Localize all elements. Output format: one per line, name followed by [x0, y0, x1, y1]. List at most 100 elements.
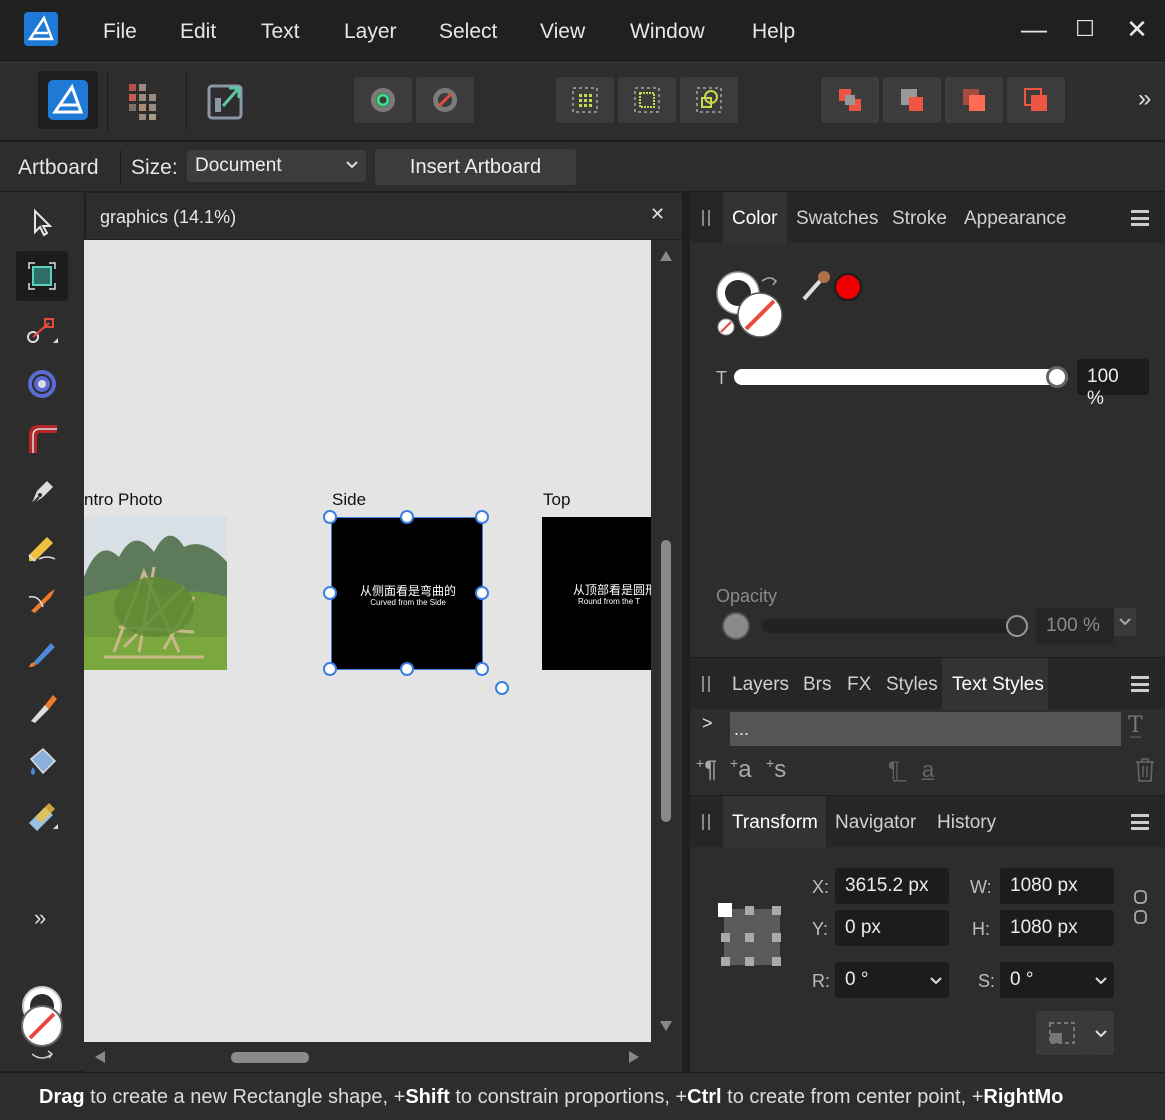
- tab-history[interactable]: History: [937, 812, 996, 834]
- send-to-back-button[interactable]: [1007, 77, 1065, 123]
- intro-photo-artboard[interactable]: [84, 517, 227, 670]
- insert-artboard-button[interactable]: Insert Artboard: [375, 149, 576, 185]
- tab-navigator[interactable]: Navigator: [835, 812, 916, 834]
- fill-tool[interactable]: [16, 737, 68, 787]
- text-style-options-icon[interactable]: T̲: [1128, 713, 1143, 738]
- tab-fx[interactable]: FX: [847, 674, 871, 696]
- panel-grip-icon[interactable]: [702, 676, 710, 692]
- snapping-settings-button[interactable]: [354, 77, 412, 123]
- shear-dropdown[interactable]: 0 °: [1000, 962, 1114, 998]
- close-document-button[interactable]: ✕: [650, 204, 665, 225]
- lock-aspect-ratio-icon[interactable]: [1132, 889, 1150, 930]
- new-character-style-icon[interactable]: +a: [730, 755, 752, 784]
- selection-handle[interactable]: [400, 662, 414, 676]
- tab-stroke[interactable]: Stroke: [892, 208, 947, 230]
- panel-grip-icon[interactable]: [702, 210, 710, 226]
- menu-help[interactable]: Help: [752, 20, 795, 44]
- designer-persona-button[interactable]: [38, 71, 98, 129]
- top-artboard[interactable]: 从顶部看是圆形 Round from the T: [542, 517, 651, 670]
- size-dropdown[interactable]: Document: [187, 150, 366, 182]
- character-style-from-selection-icon[interactable]: a̲: [922, 757, 934, 783]
- fill-stroke-swatch[interactable]: [18, 984, 68, 1069]
- rotation-handle[interactable]: [495, 681, 509, 695]
- minimize-button[interactable]: —: [1019, 14, 1049, 44]
- select-shapes-button[interactable]: [680, 77, 738, 123]
- panel-menu-icon[interactable]: [1131, 676, 1149, 692]
- t-slider-thumb[interactable]: [1046, 366, 1068, 388]
- opacity-value-field[interactable]: 100 %: [1036, 608, 1114, 644]
- panel-grip-icon[interactable]: [702, 814, 710, 830]
- selection-handle[interactable]: [475, 510, 489, 524]
- opacity-slider-thumb[interactable]: [1006, 615, 1028, 637]
- vector-brush-tool[interactable]: [16, 575, 68, 625]
- transform-origin-dropdown[interactable]: [1088, 1011, 1114, 1055]
- canvas[interactable]: ntro Photo Side 从侧面看是弯曲的 Curved from the…: [84, 240, 651, 1042]
- horizontal-scroll-thumb[interactable]: [231, 1052, 309, 1063]
- side-artboard[interactable]: 从侧面看是弯曲的 Curved from the Side: [331, 517, 483, 670]
- selection-handle[interactable]: [323, 662, 337, 676]
- new-paragraph-style-icon[interactable]: +¶: [696, 755, 717, 784]
- menu-layer[interactable]: Layer: [344, 20, 397, 44]
- menu-view[interactable]: View: [540, 20, 585, 44]
- horizontal-scrollbar[interactable]: [84, 1042, 682, 1072]
- maximize-button[interactable]: ☐: [1070, 14, 1100, 44]
- vertical-scrollbar[interactable]: [651, 240, 682, 1042]
- panel-menu-icon[interactable]: [1131, 814, 1149, 830]
- transparency-tool[interactable]: [16, 791, 68, 841]
- rotation-dropdown[interactable]: 0 °: [835, 962, 949, 998]
- pencil-tool[interactable]: [16, 521, 68, 571]
- pen-tool[interactable]: [16, 467, 68, 517]
- menu-text[interactable]: Text: [261, 20, 300, 44]
- tab-swatches[interactable]: Swatches: [796, 208, 878, 230]
- opacity-slider[interactable]: [762, 615, 1028, 637]
- menu-window[interactable]: Window: [630, 20, 705, 44]
- document-tab[interactable]: graphics (14.1%) ✕: [86, 193, 682, 239]
- vertical-scroll-thumb[interactable]: [661, 540, 671, 822]
- move-tool[interactable]: [16, 198, 68, 248]
- x-field[interactable]: 3615.2 px: [835, 868, 949, 904]
- export-persona-icon[interactable]: [205, 80, 247, 127]
- tab-appearance[interactable]: Appearance: [964, 208, 1066, 230]
- corner-tool[interactable]: [16, 413, 68, 463]
- selection-handle[interactable]: [475, 662, 489, 676]
- artboard-tool[interactable]: [16, 251, 68, 301]
- select-all-button[interactable]: [556, 77, 614, 123]
- tab-layers[interactable]: Layers: [732, 674, 789, 696]
- menu-select[interactable]: Select: [439, 20, 497, 44]
- selection-handle[interactable]: [475, 586, 489, 600]
- h-field[interactable]: 1080 px: [1000, 910, 1114, 946]
- tab-color[interactable]: Color: [732, 208, 777, 230]
- bring-to-front-button[interactable]: [945, 77, 1003, 123]
- snapping-toggle-button[interactable]: [416, 77, 474, 123]
- pixel-persona-icon[interactable]: [126, 81, 168, 128]
- tab-brushes[interactable]: Brs: [803, 674, 832, 696]
- opacity-swatch[interactable]: [722, 612, 750, 640]
- select-grid-button[interactable]: [618, 77, 676, 123]
- point-transform-tool[interactable]: [16, 359, 68, 409]
- tab-transform[interactable]: Transform: [732, 812, 818, 834]
- color-fill-stroke-swatch[interactable]: [714, 269, 790, 346]
- menu-file[interactable]: File: [103, 20, 137, 44]
- close-window-button[interactable]: ✕: [1122, 14, 1152, 44]
- t-value-field[interactable]: 100 %: [1077, 359, 1149, 409]
- t-slider[interactable]: [734, 366, 1068, 388]
- y-field[interactable]: 0 px: [835, 910, 949, 946]
- tab-text-styles[interactable]: Text Styles: [952, 674, 1044, 696]
- selection-handle[interactable]: [400, 510, 414, 524]
- panel-menu-icon[interactable]: [1131, 210, 1149, 226]
- delete-style-icon[interactable]: [1134, 757, 1156, 788]
- tab-styles[interactable]: Styles: [886, 674, 938, 696]
- more-tools-button[interactable]: »: [34, 905, 46, 931]
- pixel-brush-tool[interactable]: [16, 683, 68, 733]
- move-forward-button[interactable]: [821, 77, 879, 123]
- expand-styles-button[interactable]: >: [702, 713, 713, 734]
- move-back-button[interactable]: [883, 77, 941, 123]
- menu-edit[interactable]: Edit: [180, 20, 216, 44]
- selection-handle[interactable]: [323, 510, 337, 524]
- paragraph-style-from-selection-icon[interactable]: ¶̲: [888, 757, 900, 783]
- opacity-dropdown[interactable]: [1114, 608, 1136, 636]
- selection-handle[interactable]: [323, 586, 337, 600]
- w-field[interactable]: 1080 px: [1000, 868, 1114, 904]
- new-group-style-icon[interactable]: +s: [766, 755, 786, 784]
- picked-color-swatch[interactable]: [834, 273, 862, 301]
